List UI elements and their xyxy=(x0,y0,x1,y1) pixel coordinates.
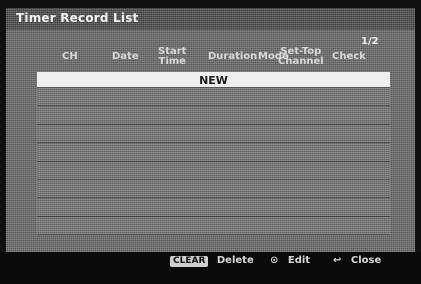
list-item[interactable] xyxy=(37,216,390,236)
enter-circle-icon: ⊙ xyxy=(270,255,279,266)
list-item[interactable] xyxy=(37,179,390,199)
return-arrow-icon: ↩ xyxy=(333,255,342,266)
delete-hint[interactable]: CLEAR Delete xyxy=(170,255,254,267)
timer-record-list: NEW xyxy=(37,72,390,238)
column-header-date: Date xyxy=(112,51,139,62)
list-item[interactable] xyxy=(37,106,390,125)
close-hint[interactable]: ↩ Close xyxy=(333,255,381,266)
timer-record-screen: Timer Record List 1/2 CH Date Start Time… xyxy=(0,0,421,284)
column-header-duration: Duration xyxy=(208,51,258,62)
list-item[interactable] xyxy=(37,161,390,180)
page-indicator: 1/2 xyxy=(361,36,379,47)
edit-label: Edit xyxy=(287,255,311,266)
list-item-new[interactable]: NEW xyxy=(37,72,390,88)
column-header-ch: CH xyxy=(62,51,78,62)
column-header-start-time-line2: Time xyxy=(158,56,186,67)
column-header-start-time: Start Time xyxy=(158,47,186,67)
column-header-set-top-channel: Set-Top Channel xyxy=(278,47,324,67)
clear-key: CLEAR xyxy=(170,256,209,267)
edit-hint[interactable]: ⊙ Edit xyxy=(270,255,310,266)
list-item[interactable] xyxy=(37,143,390,162)
delete-label: Delete xyxy=(216,255,254,266)
list-item[interactable] xyxy=(37,198,390,217)
list-item[interactable] xyxy=(37,124,390,144)
close-label: Close xyxy=(350,255,382,266)
list-item[interactable] xyxy=(37,88,390,107)
column-header-check: Check xyxy=(332,51,366,62)
window-title: Timer Record List xyxy=(16,11,139,25)
list-item-new-label: NEW xyxy=(199,74,228,87)
column-header-set-top-line2: Channel xyxy=(278,56,324,67)
